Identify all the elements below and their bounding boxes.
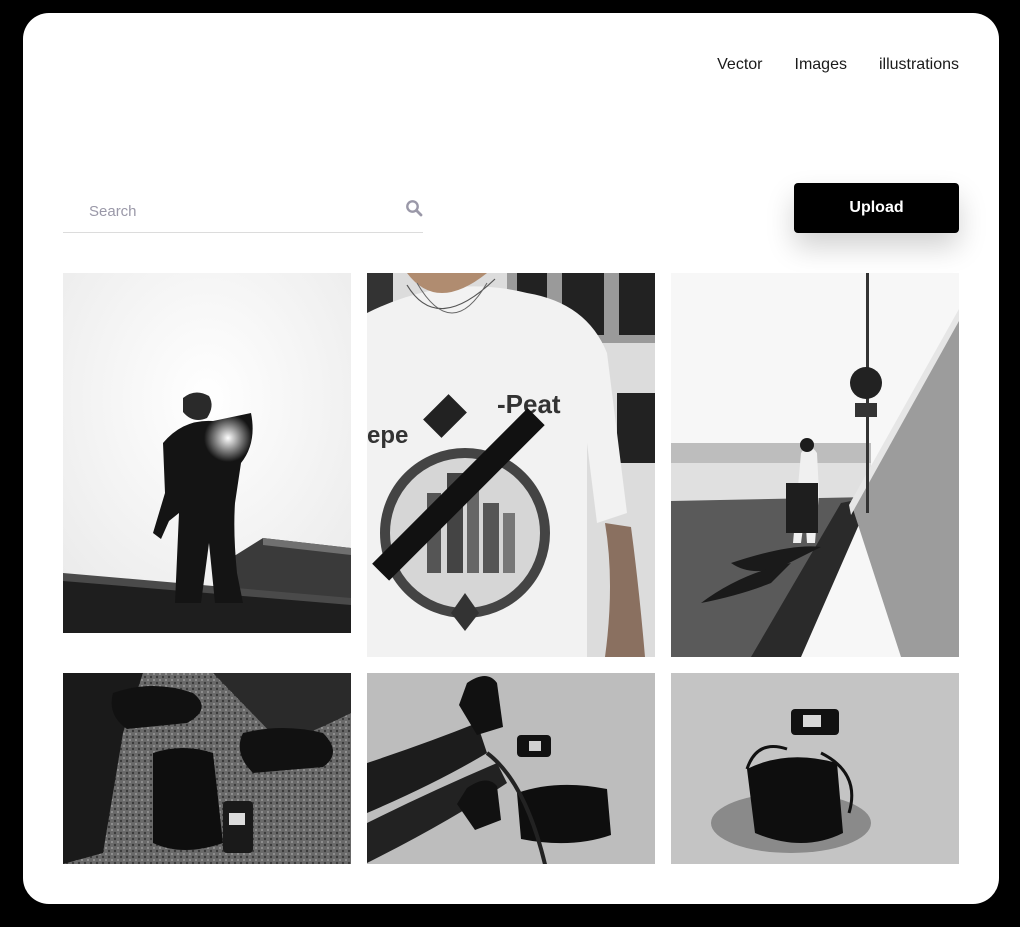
gallery-photo-4[interactable] <box>63 673 351 864</box>
search-icon[interactable] <box>405 199 423 217</box>
search-input[interactable] <box>87 198 391 224</box>
nav-link-vector[interactable]: Vector <box>717 56 762 74</box>
search-bar <box>63 194 423 233</box>
nav-link-images[interactable]: Images <box>795 56 847 74</box>
gallery-photo-2[interactable]: -Peat epe <box>367 273 655 657</box>
gallery-photo-3[interactable] <box>671 273 959 657</box>
nav-link-illustrations[interactable]: illustrations <box>879 56 959 74</box>
main-card: Vector Images illustrations Upload <box>23 13 999 904</box>
svg-text:epe: epe <box>367 422 408 449</box>
top-nav: Vector Images illustrations <box>717 56 959 74</box>
upload-button[interactable]: Upload <box>794 183 959 233</box>
gallery-photo-1[interactable] <box>63 273 351 633</box>
gallery-photo-5[interactable] <box>367 673 655 864</box>
gallery-photo-6[interactable] <box>671 673 959 864</box>
